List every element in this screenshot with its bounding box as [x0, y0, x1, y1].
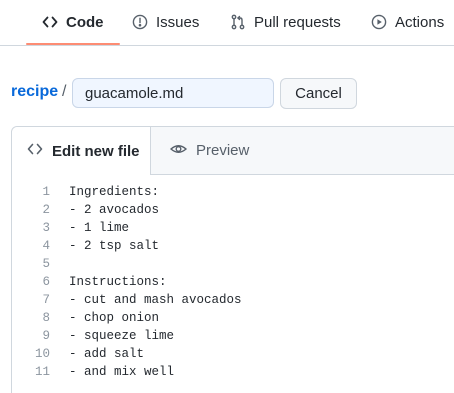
- tab-edit-new-file-label: Edit new file: [52, 142, 140, 160]
- tab-preview-label: Preview: [196, 142, 250, 159]
- code-line: 11 - and mix well: [12, 363, 454, 381]
- line-number: 11: [34, 365, 50, 379]
- code-line: 1 Ingredients:: [12, 183, 454, 201]
- tab-pull-requests[interactable]: Pull requests: [230, 0, 341, 44]
- code-line: 2 - 2 avocados: [12, 201, 454, 219]
- line-text: - cut and mash avocados: [69, 293, 242, 307]
- line-number: 5: [42, 257, 50, 271]
- code-line: 7 - cut and mash avocados: [12, 291, 454, 309]
- line-text: - squeeze lime: [69, 329, 175, 343]
- repo-nav: Code Issues Pull requests Actions: [0, 0, 454, 46]
- line-number: 8: [42, 311, 50, 325]
- line-number: 9: [42, 329, 50, 343]
- issue-opened-icon: [132, 14, 148, 30]
- code-line: 4 - 2 tsp salt: [12, 237, 454, 255]
- tab-code[interactable]: Code: [26, 0, 120, 45]
- repo-name-link[interactable]: recipe: [11, 83, 58, 101]
- code-line: 9 - squeeze lime: [12, 327, 454, 345]
- line-number: 3: [42, 221, 50, 235]
- line-number: 7: [42, 293, 50, 307]
- code-icon: [42, 14, 58, 30]
- line-number: 4: [42, 239, 50, 253]
- git-pull-request-icon: [230, 14, 246, 30]
- code-icon: [27, 141, 43, 161]
- code-line: 5: [12, 255, 454, 273]
- code-line: 8 - chop onion: [12, 309, 454, 327]
- code-line: 3 - 1 lime: [12, 219, 454, 237]
- tab-code-label: Code: [66, 13, 104, 31]
- tab-issues[interactable]: Issues: [132, 0, 199, 44]
- line-number: 2: [42, 203, 50, 217]
- file-path-row: recipe / Cancel: [0, 78, 454, 110]
- line-text: - chop onion: [69, 311, 160, 325]
- play-icon: [371, 14, 387, 30]
- line-text: Ingredients:: [69, 185, 160, 199]
- eye-icon: [169, 141, 188, 161]
- active-tab-underline: [26, 43, 120, 45]
- file-editor: Edit new file Preview 1 Ingredients: 2 - 2 …: [11, 126, 454, 393]
- github-new-file-page: Code Issues Pull requests Actions recipe…: [0, 0, 454, 393]
- path-separator: /: [62, 83, 67, 100]
- editor-tabs: Edit new file Preview: [12, 127, 454, 175]
- line-text: - 2 tsp salt: [69, 239, 160, 253]
- tab-preview[interactable]: Preview: [169, 127, 250, 174]
- line-text: Instructions:: [69, 275, 167, 289]
- code-editor-textarea[interactable]: 1 Ingredients: 2 - 2 avocados 3 - 1 lime 4 - 2 …: [12, 183, 454, 381]
- line-number: 6: [42, 275, 50, 289]
- line-text: - 2 avocados: [69, 203, 160, 217]
- code-line: 10 - add salt: [12, 345, 454, 363]
- tab-actions-label: Actions: [395, 13, 445, 31]
- line-text: - and mix well: [69, 365, 175, 379]
- tab-actions[interactable]: Actions: [371, 0, 444, 44]
- line-number: 10: [34, 347, 50, 361]
- cancel-button[interactable]: Cancel: [280, 78, 357, 109]
- tab-edit-new-file[interactable]: Edit new file: [12, 127, 151, 175]
- line-text: - add salt: [69, 347, 145, 361]
- line-text: - 1 lime: [69, 221, 130, 235]
- code-line: 6 Instructions:: [12, 273, 454, 291]
- tab-issues-label: Issues: [156, 13, 200, 31]
- filename-input[interactable]: [72, 78, 274, 108]
- tab-pull-requests-label: Pull requests: [254, 13, 341, 31]
- line-number: 1: [42, 185, 50, 199]
